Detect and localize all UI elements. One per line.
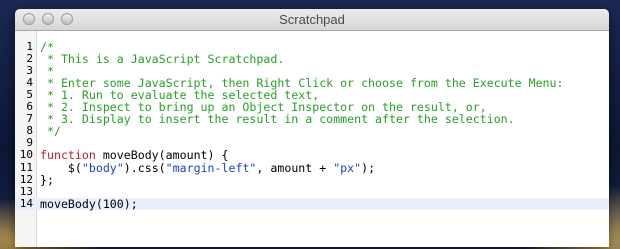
comment-token: * This is a JavaScript Scratchpad. [40,52,285,67]
code-editor[interactable]: 1/* 2 * This is a JavaScript Scratchpad. 3… [15,31,609,247]
code-line[interactable]: 14 moveBody(100); [15,196,609,210]
code-line[interactable]: 8 */ [15,125,609,138]
line-code: moveBody(100); [40,198,138,210]
code-token: ); [361,160,376,175]
code-token: , amount + [256,160,334,175]
line-code: $("body").css("margin-left", amount + "p… [40,162,375,174]
string-token: "margin-left" [165,160,257,175]
line-code: * 3. Display to insert the result in a c… [40,113,515,125]
line-number: 14 [19,196,33,210]
scratchpad-window: Scratchpad 1/* 2 * This is a JavaScript S… [15,9,609,247]
line-code: */ [40,125,61,137]
code-line[interactable]: 12}; [15,172,609,186]
line-code: * This is a JavaScript Scratchpad. [40,53,284,65]
code-token: moveBody(100); [40,196,138,211]
line-code: }; [40,174,54,186]
code-line[interactable]: 11 $("body").css("margin-left", amount +… [15,160,609,174]
comment-token: * 3. Display to insert the result in a c… [40,112,515,127]
line-number: 11 [19,160,33,174]
string-token: "px" [333,160,362,175]
line-number: 13 [19,184,33,198]
line-number: 10 [19,148,33,162]
code-token: }; [40,172,54,187]
line-number: 12 [19,172,33,186]
window-title: Scratchpad [279,12,345,27]
code-line[interactable]: 2 * This is a JavaScript Scratchpad. [15,53,609,66]
code-token: ).css( [123,160,166,175]
comment-token: */ [40,124,61,139]
string-token: "body" [81,160,124,175]
title-bar[interactable]: Scratchpad [15,9,609,31]
code-line[interactable]: 7 * 3. Display to insert the result in a… [15,113,609,126]
